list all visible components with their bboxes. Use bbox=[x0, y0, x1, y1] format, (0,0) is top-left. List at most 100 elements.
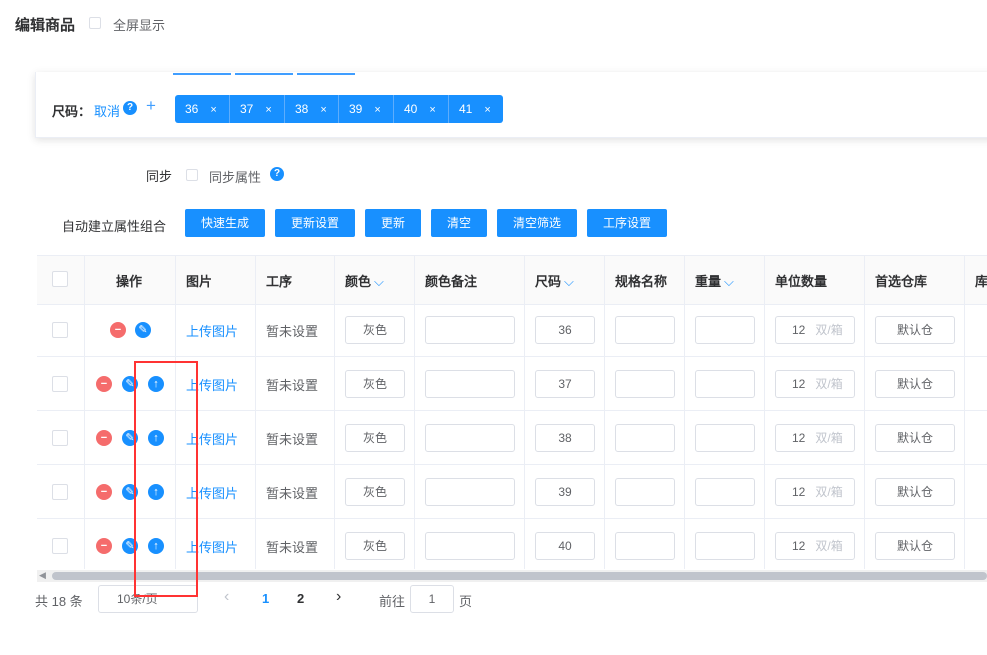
close-icon[interactable]: × bbox=[429, 104, 435, 116]
size-cancel-link[interactable]: 取消 bbox=[94, 101, 120, 120]
row-checkbox[interactable] bbox=[52, 322, 68, 338]
color-note-input[interactable] bbox=[425, 424, 515, 452]
size-tag[interactable]: 41 × bbox=[459, 95, 491, 123]
warehouse-select[interactable]: 默认仓 bbox=[875, 478, 955, 506]
weight-input[interactable] bbox=[695, 370, 755, 398]
goto-page-input[interactable]: 1 bbox=[410, 585, 454, 613]
unit-qty-input[interactable]: 12 双/箱 bbox=[775, 424, 855, 452]
size-input[interactable]: 39 bbox=[535, 478, 595, 506]
select-all-checkbox[interactable] bbox=[52, 271, 68, 287]
spec-name-input[interactable] bbox=[615, 370, 675, 398]
close-icon[interactable]: × bbox=[320, 104, 326, 116]
warehouse-select[interactable]: 默认仓 bbox=[875, 370, 955, 398]
size-tag[interactable]: 38 × bbox=[295, 95, 327, 123]
page-number[interactable]: 2 bbox=[297, 591, 304, 606]
spec-name-input[interactable] bbox=[615, 424, 675, 452]
column-header-weight[interactable]: 重量 ⌵ bbox=[695, 271, 734, 290]
sync-label: 同步 bbox=[146, 169, 173, 184]
tag-divider bbox=[448, 95, 449, 123]
unit-qty-value: 12 bbox=[792, 539, 806, 553]
help-icon[interactable]: ? bbox=[123, 101, 137, 115]
remove-icon[interactable]: − bbox=[96, 376, 112, 392]
row-checkbox[interactable] bbox=[52, 376, 68, 392]
column-header-image: 图片 bbox=[186, 274, 213, 289]
weight-input[interactable] bbox=[695, 532, 755, 560]
color-input[interactable]: 灰色 bbox=[345, 316, 405, 344]
update-button[interactable]: 更新 bbox=[365, 209, 421, 237]
color-note-input[interactable] bbox=[425, 370, 515, 398]
row-checkbox[interactable] bbox=[52, 538, 68, 554]
scroll-left-arrow-icon[interactable]: ◀ bbox=[39, 570, 46, 581]
size-input[interactable]: 36 bbox=[535, 316, 595, 344]
row-checkbox[interactable] bbox=[52, 484, 68, 500]
row-checkbox[interactable] bbox=[52, 430, 68, 446]
next-page-icon[interactable]: › bbox=[336, 588, 341, 606]
warehouse-select[interactable]: 默认仓 bbox=[875, 316, 955, 344]
size-tag[interactable]: 37 × bbox=[240, 95, 272, 123]
close-icon[interactable]: × bbox=[265, 104, 271, 116]
chevron-down-icon[interactable]: ⌵ bbox=[564, 274, 574, 289]
warehouse-select[interactable]: 默认仓 bbox=[875, 424, 955, 452]
color-input[interactable]: 灰色 bbox=[345, 478, 405, 506]
size-input[interactable]: 38 bbox=[535, 424, 595, 452]
size-input[interactable]: 40 bbox=[535, 532, 595, 560]
color-note-input[interactable] bbox=[425, 478, 515, 506]
remove-icon[interactable]: − bbox=[96, 538, 112, 554]
close-icon[interactable]: × bbox=[484, 104, 490, 116]
add-size-icon[interactable]: + bbox=[146, 96, 156, 116]
upload-image-link[interactable]: 上传图片 bbox=[186, 321, 238, 340]
update-settings-button[interactable]: 更新设置 bbox=[275, 209, 355, 237]
weight-input[interactable] bbox=[695, 424, 755, 452]
chevron-down-icon[interactable]: ⌵ bbox=[724, 274, 734, 289]
size-tag[interactable]: 39 × bbox=[349, 95, 381, 123]
tab-underline bbox=[173, 73, 231, 75]
prev-page-icon[interactable]: ‹ bbox=[224, 588, 229, 606]
help-icon[interactable]: ? bbox=[270, 167, 284, 181]
unit-suffix: 双/箱 bbox=[815, 431, 843, 445]
process-value: 暂未设置 bbox=[266, 486, 319, 501]
process-settings-button[interactable]: 工序设置 bbox=[587, 209, 667, 237]
size-input[interactable]: 37 bbox=[535, 370, 595, 398]
clear-filter-button[interactable]: 清空筛选 bbox=[497, 209, 577, 237]
color-input[interactable]: 灰色 bbox=[345, 370, 405, 398]
warehouse-select[interactable]: 默认仓 bbox=[875, 532, 955, 560]
remove-icon[interactable]: − bbox=[96, 430, 112, 446]
spec-name-input[interactable] bbox=[615, 532, 675, 560]
unit-qty-input[interactable]: 12 双/箱 bbox=[775, 316, 855, 344]
fullscreen-label[interactable]: 全屏显示 bbox=[113, 15, 165, 34]
size-tag[interactable]: 36 × bbox=[185, 95, 217, 123]
clear-button[interactable]: 清空 bbox=[431, 209, 487, 237]
weight-input[interactable] bbox=[695, 316, 755, 344]
color-note-input[interactable] bbox=[425, 532, 515, 560]
tag-divider bbox=[229, 95, 230, 123]
unit-qty-input[interactable]: 12 双/箱 bbox=[775, 370, 855, 398]
quick-generate-button[interactable]: 快速生成 bbox=[185, 209, 265, 237]
color-input[interactable]: 灰色 bbox=[345, 424, 405, 452]
size-tag[interactable]: 40 × bbox=[404, 95, 436, 123]
remove-icon[interactable]: − bbox=[110, 322, 126, 338]
edit-icon[interactable]: ✎ bbox=[135, 322, 151, 338]
spec-name-input[interactable] bbox=[615, 478, 675, 506]
column-header-color[interactable]: 颜色 ⌵ bbox=[345, 271, 384, 290]
close-icon[interactable]: × bbox=[210, 104, 216, 116]
unit-qty-input[interactable]: 12 双/箱 bbox=[775, 532, 855, 560]
unit-suffix: 双/箱 bbox=[815, 323, 843, 337]
size-tag-value: 38 bbox=[295, 102, 309, 116]
column-header-size[interactable]: 尺码 ⌵ bbox=[535, 271, 574, 290]
chevron-down-icon[interactable]: ⌵ bbox=[374, 274, 384, 289]
color-note-input[interactable] bbox=[425, 316, 515, 344]
color-input[interactable]: 灰色 bbox=[345, 532, 405, 560]
sync-attr-checkbox[interactable] bbox=[186, 169, 198, 181]
page-number[interactable]: 1 bbox=[262, 591, 269, 606]
process-value: 暂未设置 bbox=[266, 432, 319, 447]
unit-qty-input[interactable]: 12 双/箱 bbox=[775, 478, 855, 506]
close-icon[interactable]: × bbox=[374, 104, 380, 116]
sync-attr-label[interactable]: 同步属性 bbox=[209, 167, 261, 186]
spec-name-input[interactable] bbox=[615, 316, 675, 344]
tab-underline bbox=[235, 73, 293, 75]
size-attr-label: 尺码： bbox=[52, 104, 92, 119]
fullscreen-checkbox[interactable] bbox=[89, 17, 101, 29]
weight-input[interactable] bbox=[695, 478, 755, 506]
table-header bbox=[37, 255, 987, 305]
remove-icon[interactable]: − bbox=[96, 484, 112, 500]
